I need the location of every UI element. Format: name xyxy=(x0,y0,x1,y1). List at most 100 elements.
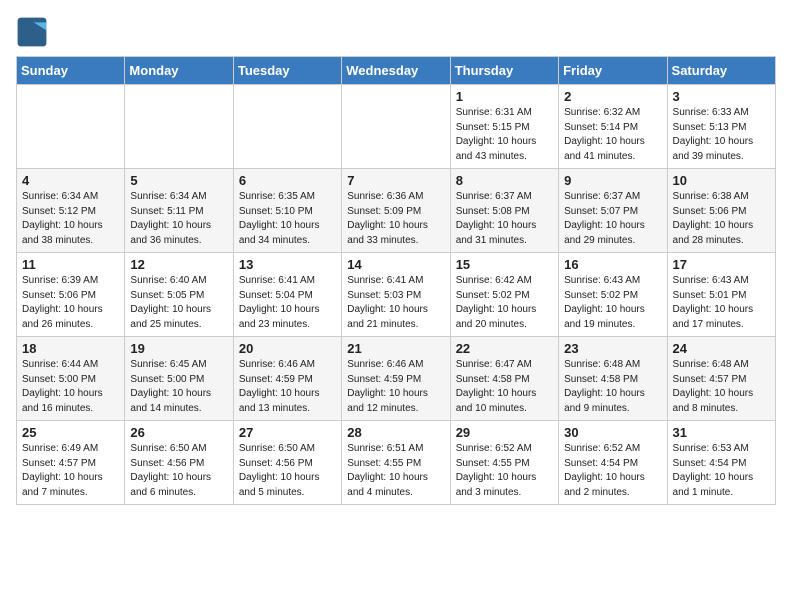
day-info: Sunrise: 6:53 AM Sunset: 4:54 PM Dayligh… xyxy=(673,442,770,500)
weekday-header-wednesday: Wednesday xyxy=(342,57,450,85)
day-number: 19 xyxy=(130,341,227,356)
calendar-cell: 13Sunrise: 6:41 AM Sunset: 5:04 PM Dayli… xyxy=(233,253,341,337)
day-info: Sunrise: 6:52 AM Sunset: 4:54 PM Dayligh… xyxy=(564,442,661,500)
day-number: 20 xyxy=(239,341,336,356)
day-number: 10 xyxy=(673,173,770,188)
calendar-cell: 11 Sunrise: 6:39 AM Sunset: 5:06 PM Dayli… xyxy=(17,253,125,337)
logo-icon xyxy=(16,16,48,48)
day-info: Sunrise: 6:44 AM Sunset: 5:00 PM Dayligh… xyxy=(22,358,119,416)
day-info: Sunrise: 6:37 AM Sunset: 5:08 PM Dayligh… xyxy=(456,190,553,248)
calendar-cell: 20 Sunrise: 6:46 AM Sunset: 4:59 PM Dayli… xyxy=(233,337,341,421)
page-header xyxy=(16,16,776,48)
calendar-cell: 12 Sunrise: 6:40 AM Sunset: 5:05 PM Dayli… xyxy=(125,253,233,337)
calendar-cell: 29 Sunrise: 6:52 AM Sunset: 4:55 PM Dayli… xyxy=(450,421,558,505)
weekday-header-thursday: Thursday xyxy=(450,57,558,85)
calendar-cell: 5 Sunrise: 6:34 AM Sunset: 5:11 PM Daylig… xyxy=(125,169,233,253)
day-info: Sunrise: 6:42 AM Sunset: 5:02 PM Dayligh… xyxy=(456,274,553,332)
day-number: 15 xyxy=(456,257,553,272)
day-info: Sunrise: 6:45 AM Sunset: 5:00 PM Dayligh… xyxy=(130,358,227,416)
day-number: 11 xyxy=(22,257,119,272)
week-row-3: 11 Sunrise: 6:39 AM Sunset: 5:06 PM Dayli… xyxy=(17,253,776,337)
day-number: 6 xyxy=(239,173,336,188)
day-info: Sunrise: 6:32 AM Sunset: 5:14 PM Dayligh… xyxy=(564,106,661,164)
day-number: 2 xyxy=(564,89,661,104)
day-number: 30 xyxy=(564,425,661,440)
day-info: Sunrise: 6:46 AM Sunset: 4:59 PM Dayligh… xyxy=(347,358,444,416)
weekday-header-monday: Monday xyxy=(125,57,233,85)
calendar-cell: 7 Sunrise: 6:36 AM Sunset: 5:09 PM Daylig… xyxy=(342,169,450,253)
day-info: Sunrise: 6:41 AM Sunset: 5:03 PM Dayligh… xyxy=(347,274,444,332)
week-row-5: 25Sunrise: 6:49 AM Sunset: 4:57 PM Dayli… xyxy=(17,421,776,505)
day-number: 28 xyxy=(347,425,444,440)
week-row-2: 4 Sunrise: 6:34 AM Sunset: 5:12 PM Daylig… xyxy=(17,169,776,253)
day-number: 21 xyxy=(347,341,444,356)
day-number: 1 xyxy=(456,89,553,104)
calendar-cell: 18Sunrise: 6:44 AM Sunset: 5:00 PM Dayli… xyxy=(17,337,125,421)
day-info: Sunrise: 6:50 AM Sunset: 4:56 PM Dayligh… xyxy=(239,442,336,500)
day-info: Sunrise: 6:52 AM Sunset: 4:55 PM Dayligh… xyxy=(456,442,553,500)
calendar-cell: 21 Sunrise: 6:46 AM Sunset: 4:59 PM Dayli… xyxy=(342,337,450,421)
day-number: 29 xyxy=(456,425,553,440)
day-number: 14 xyxy=(347,257,444,272)
calendar-cell xyxy=(125,85,233,169)
day-number: 4 xyxy=(22,173,119,188)
weekday-header-saturday: Saturday xyxy=(667,57,775,85)
day-info: Sunrise: 6:34 AM Sunset: 5:11 PM Dayligh… xyxy=(130,190,227,248)
day-number: 8 xyxy=(456,173,553,188)
day-number: 13 xyxy=(239,257,336,272)
calendar-table: SundayMondayTuesdayWednesdayThursdayFrid… xyxy=(16,56,776,505)
day-info: Sunrise: 6:33 AM Sunset: 5:13 PM Dayligh… xyxy=(673,106,770,164)
week-row-1: 1 Sunrise: 6:31 AM Sunset: 5:15 PM Daylig… xyxy=(17,85,776,169)
day-info: Sunrise: 6:34 AM Sunset: 5:12 PM Dayligh… xyxy=(22,190,119,248)
day-info: Sunrise: 6:38 AM Sunset: 5:06 PM Dayligh… xyxy=(673,190,770,248)
calendar-cell: 4 Sunrise: 6:34 AM Sunset: 5:12 PM Daylig… xyxy=(17,169,125,253)
calendar-cell: 16 Sunrise: 6:43 AM Sunset: 5:02 PM Dayli… xyxy=(559,253,667,337)
calendar-cell: 19 Sunrise: 6:45 AM Sunset: 5:00 PM Dayli… xyxy=(125,337,233,421)
day-number: 16 xyxy=(564,257,661,272)
day-info: Sunrise: 6:50 AM Sunset: 4:56 PM Dayligh… xyxy=(130,442,227,500)
calendar-cell xyxy=(233,85,341,169)
day-info: Sunrise: 6:46 AM Sunset: 4:59 PM Dayligh… xyxy=(239,358,336,416)
day-number: 5 xyxy=(130,173,227,188)
day-info: Sunrise: 6:35 AM Sunset: 5:10 PM Dayligh… xyxy=(239,190,336,248)
calendar-cell: 2 Sunrise: 6:32 AM Sunset: 5:14 PM Daylig… xyxy=(559,85,667,169)
calendar-cell: 10 Sunrise: 6:38 AM Sunset: 5:06 PM Dayli… xyxy=(667,169,775,253)
calendar-cell: 3Sunrise: 6:33 AM Sunset: 5:13 PM Daylig… xyxy=(667,85,775,169)
weekday-header-friday: Friday xyxy=(559,57,667,85)
calendar-cell: 24Sunrise: 6:48 AM Sunset: 4:57 PM Dayli… xyxy=(667,337,775,421)
day-info: Sunrise: 6:48 AM Sunset: 4:57 PM Dayligh… xyxy=(673,358,770,416)
weekday-header-row: SundayMondayTuesdayWednesdayThursdayFrid… xyxy=(17,57,776,85)
weekday-header-sunday: Sunday xyxy=(17,57,125,85)
day-number: 12 xyxy=(130,257,227,272)
calendar-cell: 27 Sunrise: 6:50 AM Sunset: 4:56 PM Dayli… xyxy=(233,421,341,505)
calendar-cell: 1 Sunrise: 6:31 AM Sunset: 5:15 PM Daylig… xyxy=(450,85,558,169)
day-info: Sunrise: 6:39 AM Sunset: 5:06 PM Dayligh… xyxy=(22,274,119,332)
day-number: 7 xyxy=(347,173,444,188)
calendar-cell: 26 Sunrise: 6:50 AM Sunset: 4:56 PM Dayli… xyxy=(125,421,233,505)
calendar-cell: 15 Sunrise: 6:42 AM Sunset: 5:02 PM Dayli… xyxy=(450,253,558,337)
day-info: Sunrise: 6:31 AM Sunset: 5:15 PM Dayligh… xyxy=(456,106,553,164)
calendar-cell: 30 Sunrise: 6:52 AM Sunset: 4:54 PM Dayli… xyxy=(559,421,667,505)
day-number: 22 xyxy=(456,341,553,356)
day-number: 9 xyxy=(564,173,661,188)
calendar-cell: 8 Sunrise: 6:37 AM Sunset: 5:08 PM Daylig… xyxy=(450,169,558,253)
day-number: 26 xyxy=(130,425,227,440)
day-info: Sunrise: 6:37 AM Sunset: 5:07 PM Dayligh… xyxy=(564,190,661,248)
calendar-cell xyxy=(17,85,125,169)
day-info: Sunrise: 6:43 AM Sunset: 5:02 PM Dayligh… xyxy=(564,274,661,332)
calendar-cell: 28Sunrise: 6:51 AM Sunset: 4:55 PM Dayli… xyxy=(342,421,450,505)
calendar-cell: 22Sunrise: 6:47 AM Sunset: 4:58 PM Dayli… xyxy=(450,337,558,421)
logo xyxy=(16,16,52,48)
day-number: 27 xyxy=(239,425,336,440)
calendar-cell: 17Sunrise: 6:43 AM Sunset: 5:01 PM Dayli… xyxy=(667,253,775,337)
day-info: Sunrise: 6:40 AM Sunset: 5:05 PM Dayligh… xyxy=(130,274,227,332)
calendar-cell: 31 Sunrise: 6:53 AM Sunset: 4:54 PM Dayli… xyxy=(667,421,775,505)
day-number: 31 xyxy=(673,425,770,440)
calendar-cell: 25Sunrise: 6:49 AM Sunset: 4:57 PM Dayli… xyxy=(17,421,125,505)
day-number: 23 xyxy=(564,341,661,356)
day-number: 25 xyxy=(22,425,119,440)
calendar-cell xyxy=(342,85,450,169)
day-number: 17 xyxy=(673,257,770,272)
calendar-cell: 9 Sunrise: 6:37 AM Sunset: 5:07 PM Daylig… xyxy=(559,169,667,253)
day-info: Sunrise: 6:36 AM Sunset: 5:09 PM Dayligh… xyxy=(347,190,444,248)
